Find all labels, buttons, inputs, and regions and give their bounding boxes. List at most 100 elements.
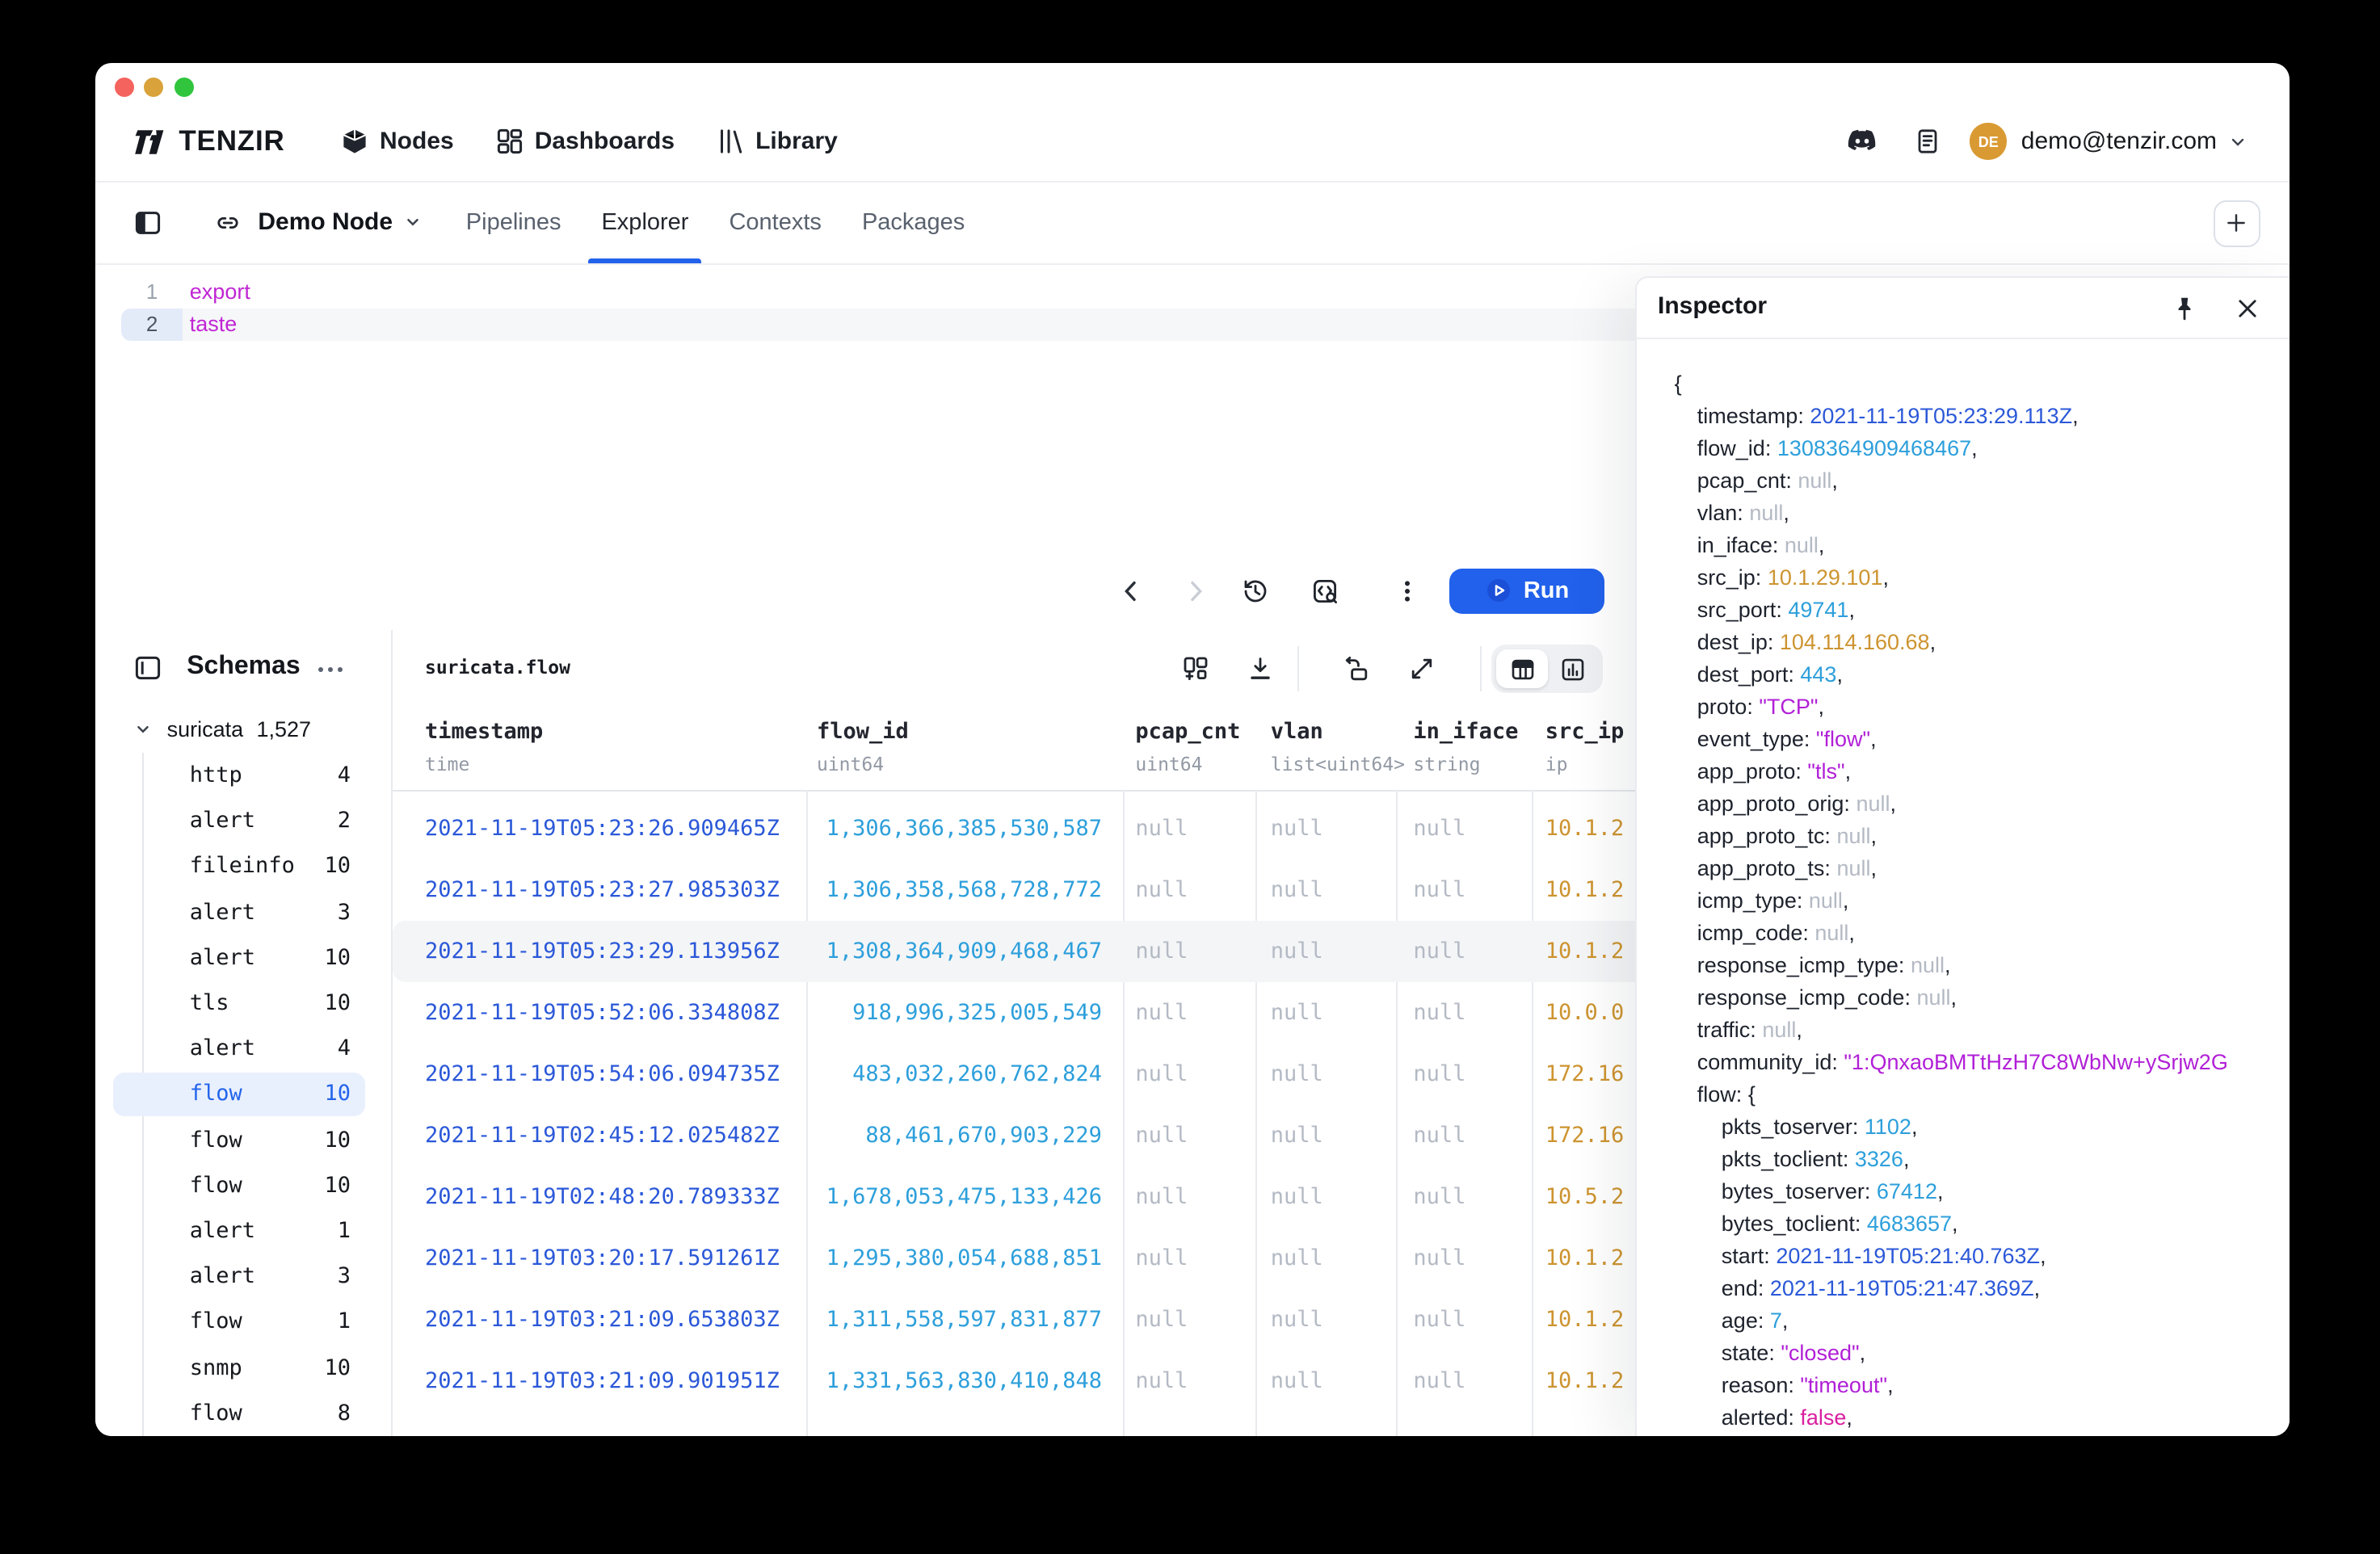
schema-item-alert[interactable]: alert3	[95, 889, 392, 934]
cell: null	[1413, 1351, 1465, 1413]
history-icon[interactable]	[1242, 578, 1268, 603]
cell: null	[1413, 1167, 1465, 1228]
schema-name: flow	[190, 1300, 242, 1345]
toolbar-divider	[1298, 646, 1300, 691]
json-line: start: 2021-11-19T05:21:40.763Z,	[1637, 1241, 2289, 1273]
schemas-panel: Schemas suricata 1,527 http4alert2filein…	[95, 630, 393, 1435]
schema-item-alert[interactable]: alert2	[95, 798, 392, 843]
cell: 1,331,563,830,410,848	[765, 1351, 1102, 1413]
history-back-button[interactable]	[1118, 578, 1144, 603]
schema-group-suricata[interactable]: suricata 1,527	[95, 708, 392, 753]
schema-item-flow[interactable]: flow8	[95, 1391, 392, 1435]
cell: 10.1.2	[1545, 1351, 1625, 1413]
cell: null	[1271, 1290, 1323, 1351]
json-line: app_proto: "tls",	[1637, 756, 2289, 788]
logo-text: TENZIR	[179, 124, 284, 158]
column-header-src_ip[interactable]: src_ip	[1545, 719, 1625, 745]
json-line: app_proto_ts: null,	[1637, 853, 2289, 885]
docs-button[interactable]	[1915, 128, 1941, 155]
json-line: pkts_toclient: 3326,	[1637, 1144, 2289, 1176]
schema-count: 4	[338, 753, 351, 798]
chevron-down-icon[interactable]	[2228, 132, 2248, 151]
main-nav: Nodes Dashboards Library	[341, 102, 838, 181]
cell: null	[1271, 1044, 1323, 1105]
schema-count: 10	[324, 935, 351, 981]
schema-item-flow[interactable]: flow10	[95, 1163, 392, 1208]
nav-item-nodes[interactable]: Nodes	[341, 128, 454, 155]
node-selector[interactable]: Demo Node	[258, 183, 422, 262]
schema-item-alert[interactable]: alert4	[95, 1026, 392, 1071]
cell: 2021-11-19T03:21:09.901951Z	[425, 1351, 780, 1413]
chart-view-button[interactable]	[1548, 650, 1599, 689]
zoom-window-button[interactable]	[174, 77, 193, 96]
schema-name: alert	[190, 798, 255, 843]
chart-view-icon	[1561, 657, 1585, 682]
json-line: src_ip: 10.1.29.101,	[1637, 562, 2289, 594]
user-email[interactable]: demo@tenzir.com	[2021, 128, 2217, 155]
run-button[interactable]: Run	[1449, 568, 1604, 613]
schema-item-alert[interactable]: alert1	[95, 1208, 392, 1254]
schema-count: 1	[338, 1300, 351, 1345]
schema-item-http[interactable]: http4	[95, 753, 392, 798]
cell: 2021-11-19T05:54:06.094735Z	[425, 1044, 780, 1105]
tab-packages[interactable]: Packages	[862, 183, 965, 262]
cell: null	[1413, 921, 1465, 982]
table-view-button[interactable]	[1497, 650, 1548, 689]
nav-label: Library	[755, 128, 838, 155]
tab-explorer[interactable]: Explorer	[601, 183, 688, 262]
download-icon[interactable]	[1247, 657, 1273, 682]
discord-button[interactable]	[1848, 129, 1878, 153]
add-tab-button[interactable]	[2214, 200, 2260, 246]
panel-collapse-icon[interactable]	[133, 657, 161, 681]
json-line: in_iface: null,	[1637, 530, 2289, 562]
close-icon[interactable]	[2235, 296, 2260, 321]
pivot-icon[interactable]	[1343, 657, 1369, 682]
cell: null	[1135, 859, 1188, 921]
schema-count: 10	[324, 1072, 351, 1117]
schema-item-tls[interactable]: tls10	[95, 981, 392, 1026]
column-type: list<uint64>	[1271, 753, 1405, 775]
column-header-timestamp[interactable]: timestamp	[425, 719, 543, 745]
cell: 483,032,260,762,824	[765, 1044, 1102, 1105]
tenzir-logo[interactable]: TENZIR	[132, 102, 284, 181]
schema-item-flow[interactable]: flow 1	[95, 1300, 392, 1345]
schema-item-fileinfo[interactable]: fileinfo10	[95, 844, 392, 889]
code-search-icon[interactable]	[1311, 578, 1337, 603]
pin-icon[interactable]	[2171, 296, 2197, 321]
node-bar: Demo Node Pipelines Explorer Contexts Pa…	[95, 183, 2289, 264]
schema-item-snmp[interactable]: snmp10	[95, 1345, 392, 1390]
more-options-icon[interactable]	[1394, 578, 1420, 603]
line-code: export	[190, 275, 250, 308]
table-title: suricata.flow	[425, 656, 570, 678]
add-to-dashboard-icon[interactable]	[1184, 657, 1209, 682]
column-header-flow_id[interactable]: flow_id	[817, 719, 909, 745]
tab-label: Explorer	[601, 210, 688, 236]
cell: null	[1413, 982, 1465, 1044]
minimize-window-button[interactable]	[144, 77, 163, 96]
close-window-button[interactable]	[114, 77, 133, 96]
tab-pipelines[interactable]: Pipelines	[466, 183, 561, 262]
cell: 2021-11-19T05:23:29.113956Z	[425, 921, 780, 982]
nav-item-library[interactable]: Library	[717, 128, 838, 155]
history-forward-button[interactable]	[1183, 578, 1209, 603]
json-line: pcap_cnt: null,	[1637, 465, 2289, 498]
column-header-vlan[interactable]: vlan	[1271, 719, 1323, 745]
column-header-pcap_cnt[interactable]: pcap_cnt	[1135, 719, 1240, 745]
cell: null	[1271, 1228, 1323, 1290]
schema-item-alert[interactable]: alert10	[95, 935, 392, 981]
view-toggle	[1492, 645, 1603, 694]
nav-item-dashboards[interactable]: Dashboards	[496, 128, 675, 155]
schemas-menu-button[interactable]	[317, 657, 344, 682]
json-line: end: 2021-11-19T05:21:47.369Z,	[1637, 1273, 2289, 1305]
schema-item-flow[interactable]: flow10	[95, 1117, 392, 1162]
schema-item-flow[interactable]: flow10	[95, 1072, 392, 1117]
schema-item-alert[interactable]: alert3	[95, 1254, 392, 1299]
avatar[interactable]: DE	[1970, 124, 2007, 160]
json-line: flow: {	[1637, 1079, 2289, 1111]
expand-icon[interactable]	[1410, 657, 1436, 682]
column-header-in_iface[interactable]: in_iface	[1413, 719, 1518, 745]
schema-name: fileinfo	[190, 844, 295, 889]
json-line: app_proto_orig: null,	[1637, 788, 2289, 821]
tab-contexts[interactable]: Contexts	[729, 183, 821, 262]
sidebar-toggle-icon[interactable]	[133, 210, 161, 236]
